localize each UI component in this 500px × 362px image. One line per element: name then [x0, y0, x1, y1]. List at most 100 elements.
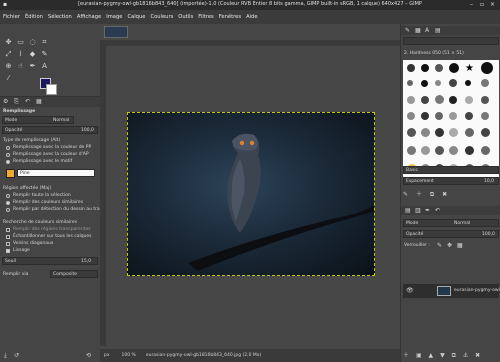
- text-tool-icon[interactable]: A: [40, 62, 49, 71]
- paths-tab-icon[interactable]: ✒: [425, 207, 430, 214]
- path-tool-icon[interactable]: ✒: [28, 62, 37, 71]
- brush-item[interactable]: [465, 96, 473, 104]
- brush-item[interactable]: [421, 96, 429, 104]
- device-status-tab-icon[interactable]: ⎘: [14, 98, 19, 106]
- paintbrush-tool-icon[interactable]: ✎: [40, 50, 49, 59]
- brush-item[interactable]: [481, 112, 489, 120]
- anchor-layer-icon[interactable]: ⚓: [463, 352, 468, 359]
- patterns-tab-icon[interactable]: ▦: [415, 27, 421, 34]
- raise-layer-icon[interactable]: ▲: [429, 352, 434, 359]
- brush-tag-select[interactable]: Basic: [403, 166, 499, 174]
- layer-row[interactable]: 👁 eurasian-pygmy-owl: [403, 284, 500, 298]
- brush-item[interactable]: [449, 63, 459, 73]
- fill-pattern-radio[interactable]: [6, 160, 10, 164]
- lock-pixels-icon[interactable]: ✎: [437, 242, 442, 249]
- brush-item[interactable]: [481, 128, 490, 137]
- mode-select[interactable]: Mode Normal: [2, 116, 74, 124]
- brush-item[interactable]: [407, 112, 415, 120]
- brush-item[interactable]: [421, 112, 429, 120]
- new-layer-icon[interactable]: ＋: [403, 352, 409, 359]
- brush-item[interactable]: [407, 80, 413, 86]
- menu-selection[interactable]: Sélection: [48, 14, 72, 20]
- delete-brush-icon[interactable]: ✖: [442, 191, 447, 198]
- brush-item[interactable]: [421, 146, 430, 155]
- pattern-swatch[interactable]: [6, 169, 15, 178]
- new-group-icon[interactable]: ▣: [416, 352, 422, 359]
- brush-item[interactable]: [407, 96, 415, 104]
- brush-item[interactable]: [481, 79, 489, 87]
- brush-item[interactable]: [465, 128, 474, 137]
- brush-item[interactable]: [435, 80, 441, 86]
- brush-item[interactable]: [435, 128, 444, 137]
- affected-similar-radio[interactable]: [6, 201, 10, 205]
- spacing-slider[interactable]: Espacement 10,0: [403, 177, 499, 185]
- threshold-slider[interactable]: Seuil 15,0: [2, 257, 98, 265]
- lower-layer-icon[interactable]: ▼: [440, 352, 445, 359]
- menu-filtres[interactable]: Filtres: [198, 14, 213, 20]
- brush-item[interactable]: [449, 146, 458, 155]
- opacity-slider[interactable]: Opacité 100,0: [2, 126, 98, 134]
- affected-lineart-radio[interactable]: [6, 208, 10, 212]
- layers-tab-icon[interactable]: ▤: [405, 207, 411, 214]
- brush-item[interactable]: [449, 128, 458, 137]
- brush-item[interactable]: [481, 146, 490, 155]
- brush-item[interactable]: [449, 112, 457, 120]
- sample-merged-checkbox[interactable]: [6, 235, 10, 239]
- brush-item[interactable]: [465, 112, 473, 120]
- brush-item[interactable]: [407, 146, 416, 155]
- minimize-icon[interactable]: –: [470, 1, 473, 8]
- background-color-swatch[interactable]: [46, 84, 57, 95]
- channels-tab-icon[interactable]: ▥: [415, 207, 421, 214]
- duplicate-layer-icon[interactable]: ⧉: [452, 352, 456, 359]
- brush-item[interactable]: [435, 112, 443, 120]
- canvas-image[interactable]: [127, 112, 375, 276]
- close-icon[interactable]: ×: [490, 1, 495, 8]
- zoom-select[interactable]: 100 %: [122, 353, 136, 358]
- brush-item[interactable]: [481, 62, 493, 74]
- maximize-icon[interactable]: ▫: [480, 1, 484, 8]
- affected-selection-radio[interactable]: [6, 194, 10, 198]
- images-tab-icon[interactable]: ▦: [36, 98, 42, 105]
- menu-fichier[interactable]: Fichier: [3, 14, 20, 20]
- menu-aide[interactable]: Aide: [246, 14, 257, 20]
- unit-select[interactable]: px: [104, 353, 110, 358]
- menu-outils[interactable]: Outils: [178, 14, 193, 20]
- smudge-tool-icon[interactable]: ☝: [16, 62, 25, 71]
- brush-item[interactable]: [465, 146, 474, 155]
- brush-item[interactable]: ★: [465, 64, 474, 74]
- restore-options-icon[interactable]: ↺: [14, 352, 19, 359]
- lock-alpha-icon[interactable]: ▦: [457, 242, 463, 249]
- bucket-fill-tool-icon[interactable]: ◆: [28, 50, 37, 59]
- brush-item[interactable]: [435, 64, 443, 72]
- brush-item[interactable]: [421, 80, 428, 87]
- fill-bg-radio[interactable]: [6, 153, 10, 157]
- menu-fenetres[interactable]: Fenêtres: [219, 14, 241, 20]
- tool-options-tab-icon[interactable]: ⚙: [3, 98, 8, 105]
- antialias-checkbox[interactable]: [6, 249, 10, 253]
- crop-tool-icon[interactable]: ⌗: [40, 38, 49, 47]
- brush-item[interactable]: [435, 146, 444, 155]
- fonts-tab-icon[interactable]: A: [425, 27, 429, 34]
- menu-calque[interactable]: Calque: [127, 14, 145, 20]
- image-tab-thumbnail[interactable]: [104, 26, 128, 38]
- document-history-tab-icon[interactable]: ▤: [435, 27, 441, 34]
- save-options-icon[interactable]: ⤓: [4, 352, 7, 360]
- pattern-name-field[interactable]: Pine: [17, 169, 95, 177]
- edit-brush-icon[interactable]: ✎: [403, 191, 408, 198]
- brush-item[interactable]: [449, 96, 457, 104]
- menu-image[interactable]: Image: [106, 14, 122, 20]
- brush-item[interactable]: [449, 79, 457, 87]
- fill-by-select[interactable]: Composite: [50, 270, 98, 278]
- menu-edition[interactable]: Édition: [25, 14, 43, 20]
- undo-history-tab-icon[interactable]: ↶: [25, 98, 30, 105]
- undo-tab-icon[interactable]: ↶: [435, 207, 440, 214]
- brushes-tab-icon[interactable]: ✎: [405, 27, 410, 34]
- reset-options-icon[interactable]: ⟲: [86, 352, 91, 359]
- brush-item[interactable]: [465, 80, 471, 86]
- layer-opacity-slider[interactable]: Opacité 100,0: [403, 230, 499, 238]
- brush-item[interactable]: [421, 64, 429, 72]
- brush-item[interactable]: [481, 96, 489, 104]
- menu-affichage[interactable]: Affichage: [77, 14, 101, 20]
- brush-item[interactable]: [435, 95, 444, 104]
- brush-item[interactable]: [421, 128, 430, 137]
